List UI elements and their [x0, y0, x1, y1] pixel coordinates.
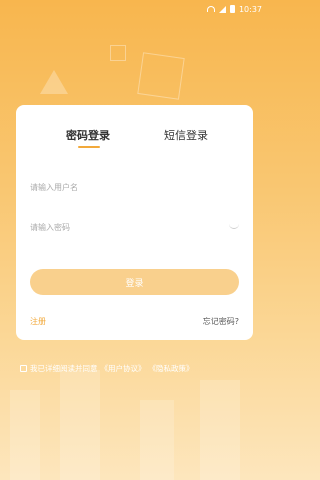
- tab-password-login[interactable]: 密码登录: [66, 127, 110, 143]
- decorative-building: [140, 400, 174, 480]
- forgot-password-link[interactable]: 忘记密码?: [203, 316, 239, 327]
- login-card: 密码登录 短信登录 登录 注册 忘记密码?: [16, 105, 253, 340]
- user-agreement-link[interactable]: 《用户协议》: [101, 363, 146, 374]
- username-input[interactable]: [30, 175, 239, 200]
- tab-sms-login[interactable]: 短信登录: [164, 127, 208, 143]
- agreement-text: 我已详细阅读并同意: [30, 364, 98, 373]
- decorative-building: [10, 390, 40, 480]
- decorative-triangle: [40, 70, 68, 94]
- decorative-square: [110, 45, 126, 61]
- status-time: 10:37: [238, 4, 262, 14]
- battery-icon: [229, 5, 235, 13]
- status-bar: 10:37: [0, 0, 270, 18]
- login-button[interactable]: 登录: [30, 269, 239, 295]
- signal-icon: [218, 5, 226, 13]
- decorative-building: [200, 380, 240, 480]
- active-tab-indicator: [78, 146, 100, 148]
- decorative-building: [60, 370, 100, 480]
- username-field-wrapper: [30, 175, 239, 200]
- privacy-policy-link[interactable]: 《隐私政策》: [149, 363, 194, 374]
- agreement-row: 我已详细阅读并同意 《用户协议》 《隐私政策》: [20, 363, 194, 374]
- register-link[interactable]: 注册: [30, 316, 46, 327]
- password-field-wrapper: [30, 215, 239, 240]
- login-tabs: 密码登录 短信登录: [16, 127, 253, 157]
- agreement-checkbox[interactable]: [20, 365, 27, 372]
- wifi-icon: [206, 6, 215, 12]
- password-input[interactable]: [30, 215, 239, 240]
- decorative-square: [137, 52, 185, 100]
